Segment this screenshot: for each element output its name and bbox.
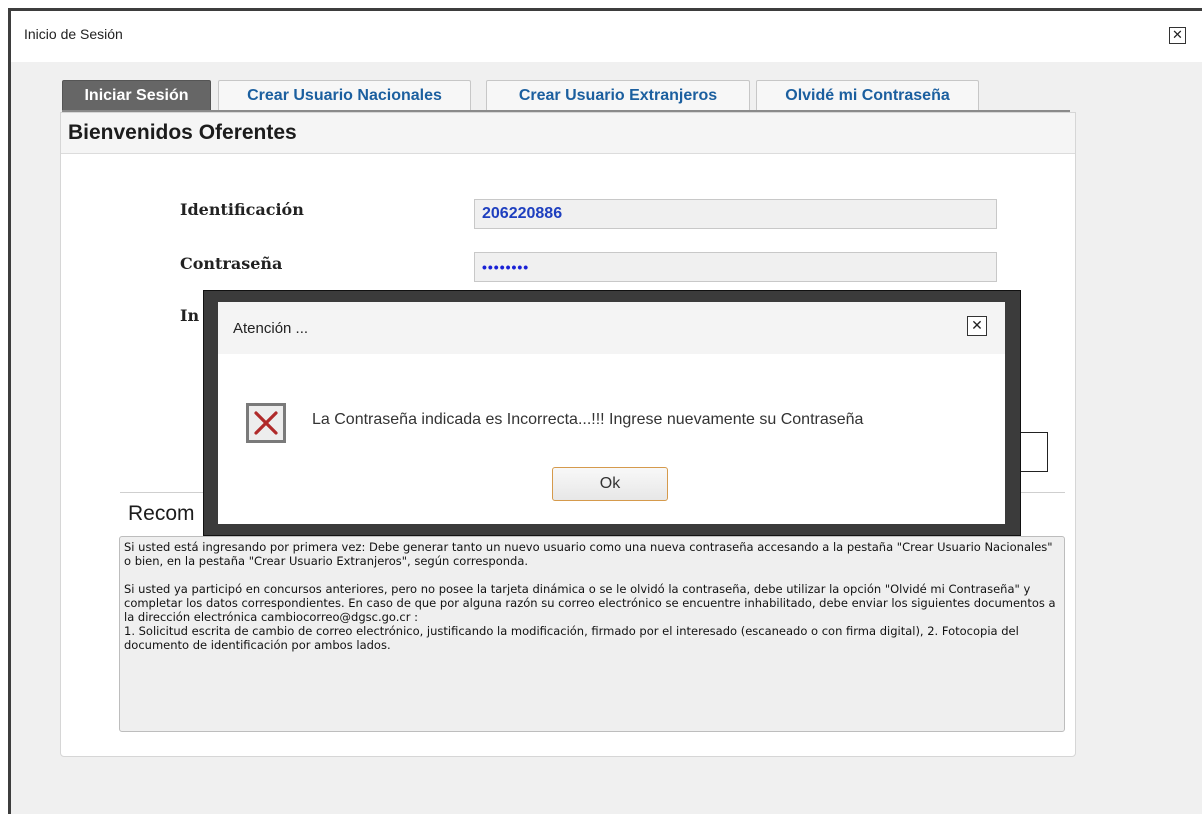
recommendation-paragraph-2: Si usted ya participó en concursos anter… [124,582,1056,624]
alert-dialog-title: Atención ... [233,320,309,337]
recommendation-paragraph-3: 1. Solicitud escrita de cambio de correo… [124,624,1019,652]
partial-field-label: In [180,306,200,325]
error-x-glyph [254,411,278,435]
identification-input[interactable]: 206220886 [474,199,997,229]
recommendations-text: Si usted está ingresando por primera vez… [124,540,1059,652]
ok-button[interactable]: Ok [552,467,668,501]
tab-crear-usuario-extranjeros[interactable]: Crear Usuario Extranjeros [486,80,750,111]
identification-label: Identificación [180,200,304,219]
alert-close-button[interactable]: ✕ [967,316,987,336]
panel-title: Bienvenidos Oferentes [68,121,297,144]
error-x-icon [246,403,286,443]
window-close-button[interactable]: ✕ [1169,27,1186,44]
window-title: Inicio de Sesión [24,26,123,42]
recommendation-paragraph-1: Si usted está ingresando por primera vez… [124,540,1053,568]
password-input[interactable]: •••••••• [474,252,997,282]
password-mask: •••••••• [482,259,530,275]
tab-iniciar-sesion[interactable]: Iniciar Sesión [62,80,211,111]
password-label: Contraseña [180,254,283,273]
identification-value: 206220886 [482,205,563,222]
recommendations-title: Recom [128,502,195,525]
tab-crear-usuario-nacionales[interactable]: Crear Usuario Nacionales [218,80,471,111]
alert-dialog-header [218,302,1005,354]
alert-message: La Contraseña indicada es Incorrecta...!… [312,411,864,428]
tab-olvide-contrasena[interactable]: Olvidé mi Contraseña [756,80,979,111]
